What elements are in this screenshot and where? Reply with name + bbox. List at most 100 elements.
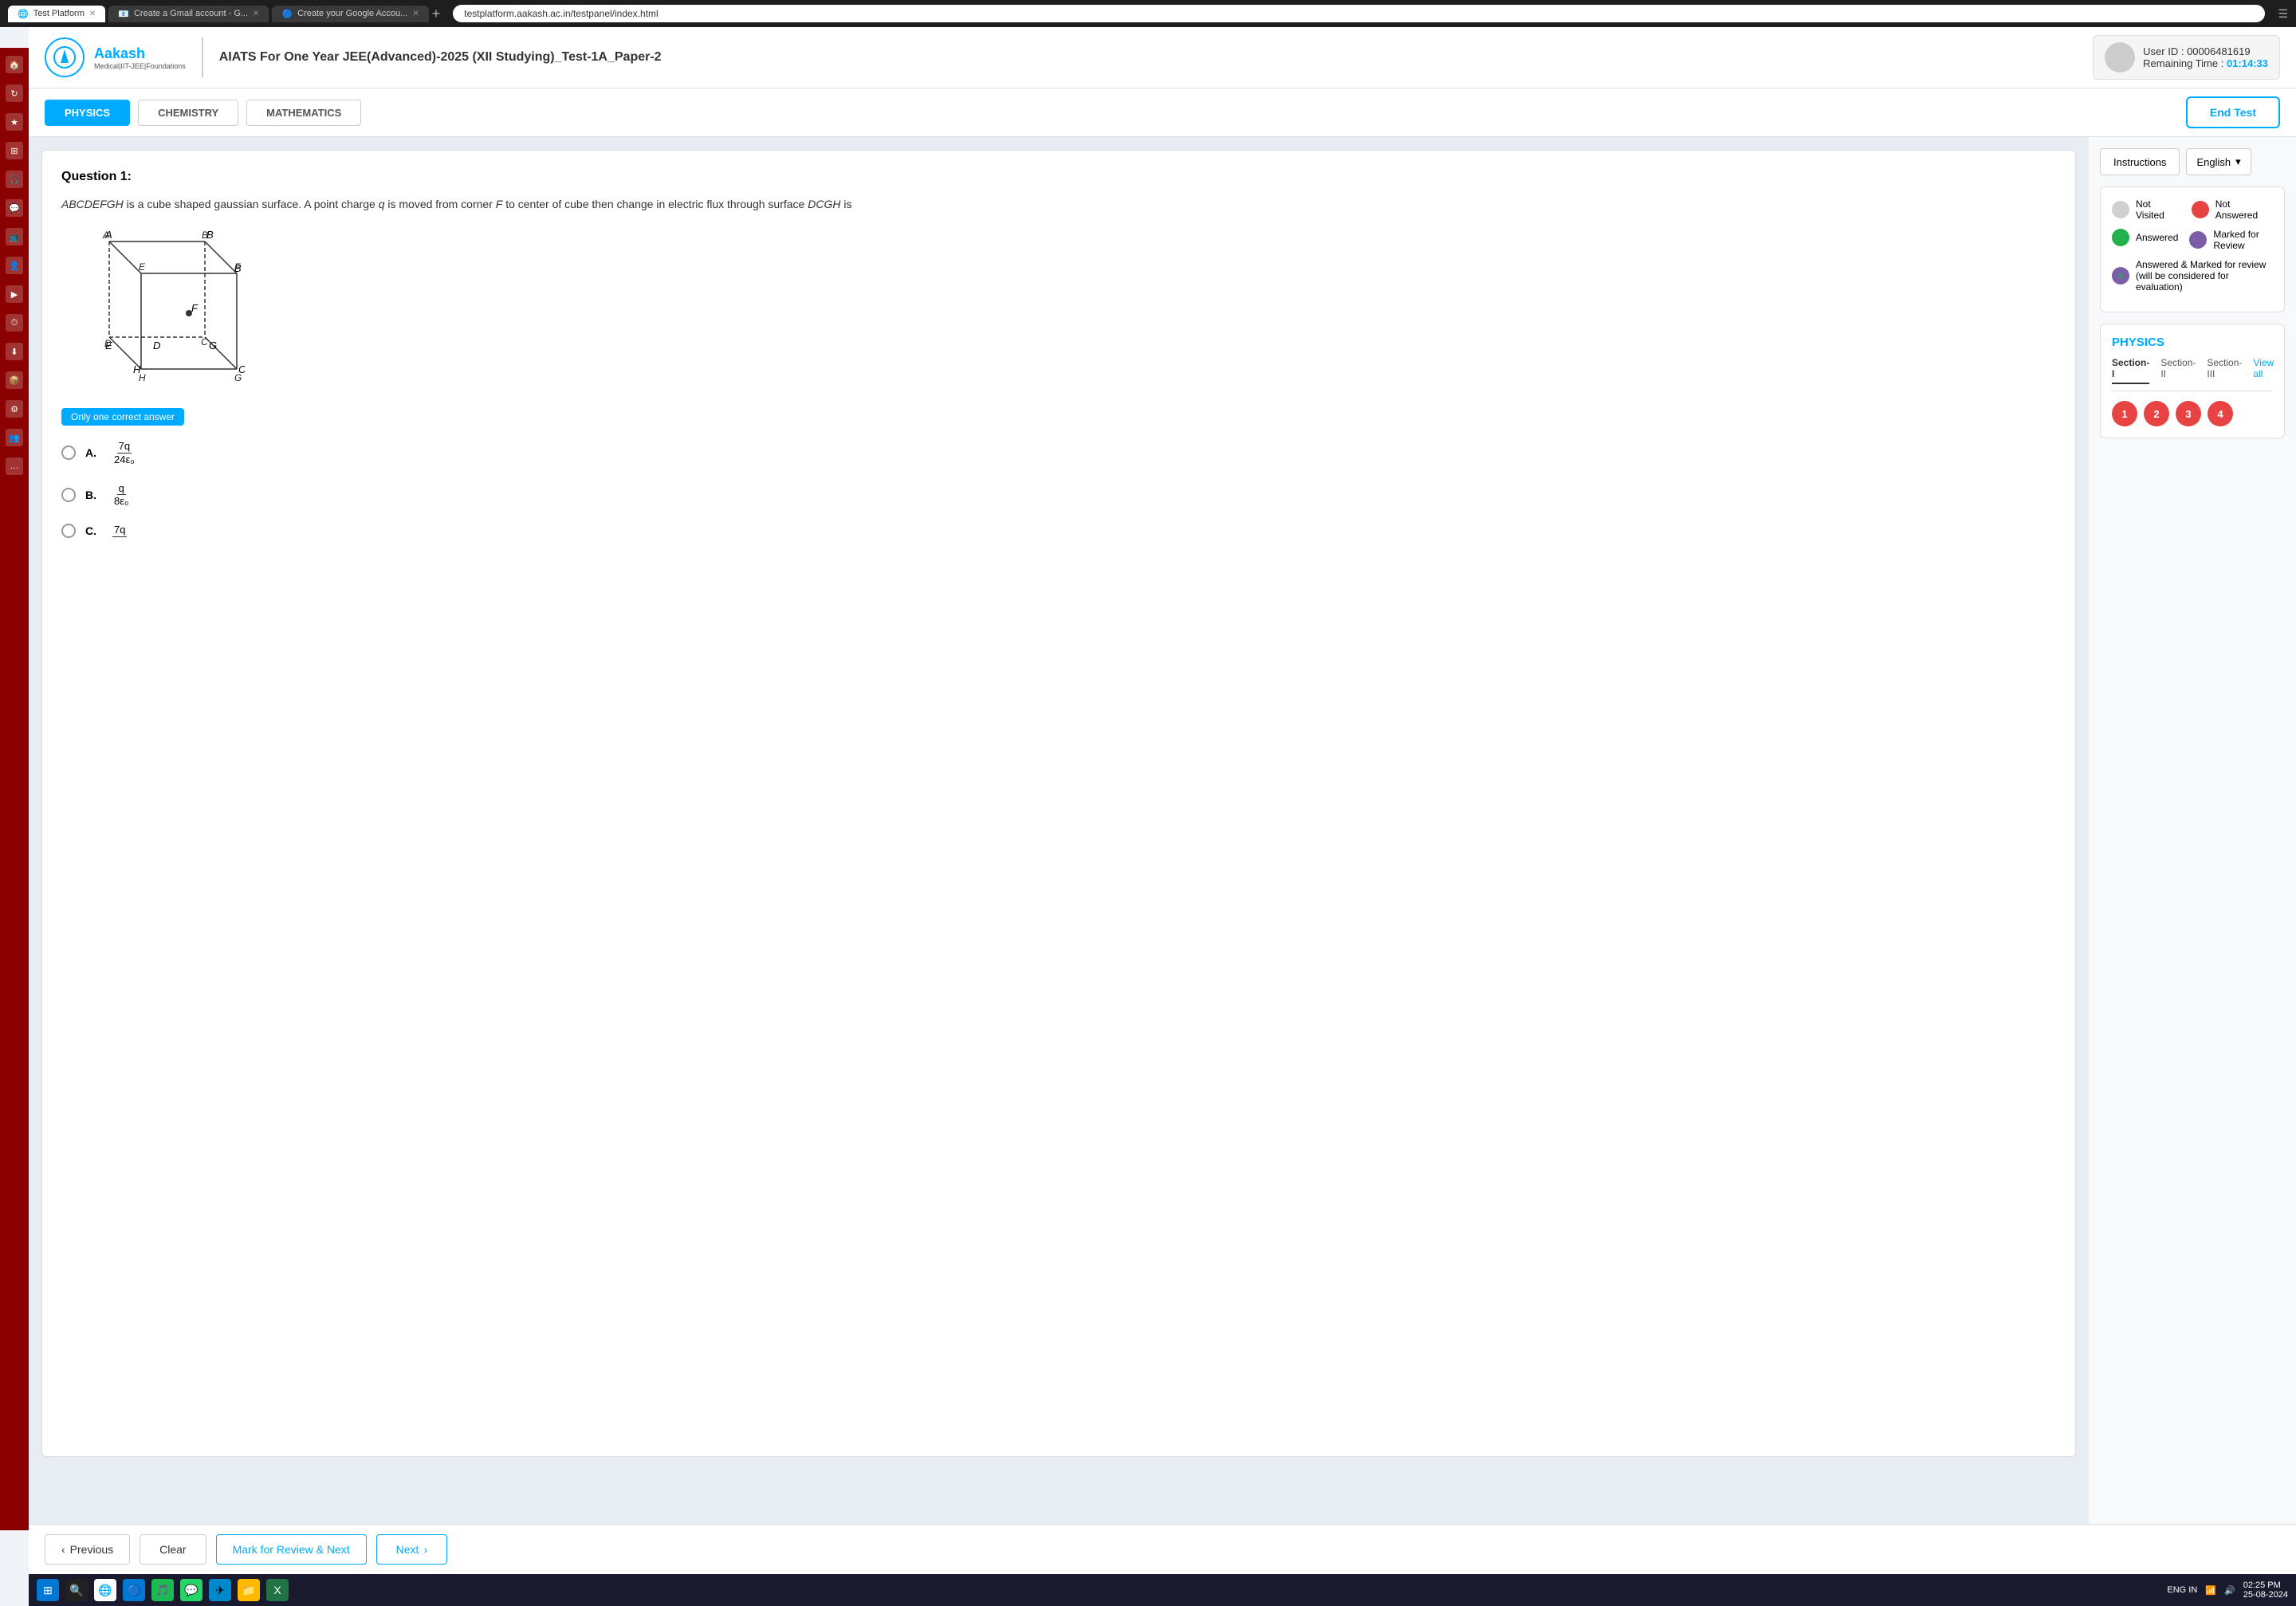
- taskbar-edge-icon[interactable]: 🔵: [123, 1579, 145, 1601]
- new-tab-icon[interactable]: +: [432, 6, 441, 22]
- svg-text:F: F: [234, 261, 241, 273]
- browser-menu-icon[interactable]: ☰: [2278, 7, 2288, 21]
- sidebar-user-icon[interactable]: 👤: [6, 257, 23, 274]
- taskbar-excel-icon[interactable]: X: [266, 1579, 289, 1601]
- content-area: Question 1: ABCDEFGH is a cube shaped ga…: [29, 137, 2296, 1524]
- option-b-label: B.: [85, 489, 96, 501]
- option-b-row: B. q 8ε₀: [61, 482, 2056, 508]
- legend-answered: Answered: [2112, 229, 2178, 246]
- logo-text-area: Aakash Medical|IIT-JEE|Foundations: [94, 45, 186, 70]
- sidebar-grid-icon[interactable]: ⊞: [6, 142, 23, 159]
- option-c-radio[interactable]: [61, 524, 76, 538]
- sidebar-tv-icon[interactable]: 📺: [6, 228, 23, 245]
- taskbar-time: 02:25 PM 25-08-2024: [2243, 1580, 2288, 1600]
- taskbar-spotify-icon[interactable]: 🎵: [151, 1579, 174, 1601]
- option-a-radio[interactable]: [61, 446, 76, 460]
- tab-gmail[interactable]: 📧 Create a Gmail account - G... ✕: [108, 6, 269, 22]
- sidebar-box-icon[interactable]: 📦: [6, 371, 23, 389]
- svg-text:B: B: [202, 230, 208, 241]
- mark-review-next-button[interactable]: Mark for Review & Next: [216, 1534, 367, 1565]
- svg-text:E: E: [139, 261, 146, 273]
- language-selector[interactable]: English ▾: [2186, 148, 2251, 175]
- instructions-button[interactable]: Instructions: [2100, 148, 2180, 175]
- sidebar-star-icon[interactable]: ★: [6, 113, 23, 131]
- legend-marked: Marked for Review: [2189, 229, 2273, 251]
- tab-google[interactable]: 🔵 Create your Google Accou... ✕: [272, 6, 428, 22]
- logo-subtitle: Medical|IIT-JEE|Foundations: [94, 62, 186, 70]
- section-tab-3[interactable]: Section-III: [2207, 357, 2242, 384]
- question-num-3[interactable]: 3: [2176, 401, 2201, 426]
- user-id-value: : 00006481619: [2181, 45, 2251, 57]
- question-number: Question 1:: [61, 170, 2056, 184]
- subject-tabs-bar: PHYSICS CHEMISTRY MATHEMATICS End Test: [29, 88, 2296, 137]
- taskbar-search-icon[interactable]: 🔍: [65, 1579, 88, 1601]
- address-bar[interactable]: testplatform.aakash.ac.in/testpanel/inde…: [453, 5, 2265, 22]
- tab-favicon: 🔵: [281, 9, 293, 19]
- option-c-label: C.: [85, 524, 96, 537]
- option-a-label: A.: [85, 446, 96, 459]
- not-visited-dot: [2112, 201, 2129, 218]
- clear-button[interactable]: Clear: [140, 1534, 206, 1565]
- tab-physics[interactable]: PHYSICS: [45, 100, 130, 126]
- answered-marked-label: Answered & Marked for review (will be co…: [2136, 259, 2273, 293]
- sidebar-home-icon[interactable]: 🏠: [6, 56, 23, 73]
- sidebar-settings-icon[interactable]: ⚙: [6, 400, 23, 418]
- sidebar-play-icon[interactable]: ▶: [6, 285, 23, 303]
- question-panel: Question 1: ABCDEFGH is a cube shaped ga…: [41, 150, 2076, 1457]
- close-icon[interactable]: ✕: [89, 10, 96, 18]
- tab-chemistry[interactable]: CHEMISTRY: [138, 100, 238, 126]
- taskbar-windows-icon[interactable]: ⊞: [37, 1579, 59, 1601]
- lang-indicator: ENG IN: [2167, 1585, 2197, 1595]
- close-icon[interactable]: ✕: [253, 10, 259, 18]
- tab-test-platform[interactable]: 🌐 Test Platform ✕: [8, 6, 105, 22]
- taskbar-chrome-icon[interactable]: 🌐: [94, 1579, 116, 1601]
- svg-text:A: A: [102, 230, 109, 241]
- tab-mathematics[interactable]: MATHEMATICS: [246, 100, 361, 126]
- cube-svg: A B C H C E F D G B A B E F H G D C: [61, 226, 245, 393]
- sidebar-rotate-icon[interactable]: ↻: [6, 84, 23, 102]
- sidebar-headset-icon[interactable]: 🎧: [6, 171, 23, 188]
- not-answered-dot: [2192, 201, 2209, 218]
- taskbar-files-icon[interactable]: 📁: [238, 1579, 260, 1601]
- timer: 01:14:33: [2227, 57, 2268, 69]
- volume-icon: 🔊: [2224, 1585, 2235, 1596]
- sidebar-clock-icon[interactable]: ⏱: [6, 314, 23, 332]
- question-num-1[interactable]: 1: [2112, 401, 2137, 426]
- wifi-icon: 📶: [2205, 1585, 2216, 1596]
- section-tab-1[interactable]: Section-I: [2112, 357, 2149, 384]
- view-all-link[interactable]: View all: [2253, 357, 2274, 384]
- sidebar-chat-icon[interactable]: 💬: [6, 199, 23, 217]
- question-num-4[interactable]: 4: [2208, 401, 2233, 426]
- chevron-right-icon: ›: [423, 1543, 427, 1556]
- sidebar-more-icon[interactable]: …: [6, 457, 23, 475]
- next-button[interactable]: Next ›: [376, 1534, 447, 1565]
- section-tab-2[interactable]: Section-II: [2160, 357, 2196, 384]
- option-a-row: A. 7q 24ε₀: [61, 440, 2056, 465]
- user-id-label: User ID: [2143, 45, 2178, 57]
- previous-button[interactable]: ‹ Previous: [45, 1534, 130, 1565]
- question-numbers-grid: 1 2 3 4: [2112, 401, 2273, 426]
- close-icon[interactable]: ✕: [412, 10, 419, 18]
- option-b-radio[interactable]: [61, 488, 76, 502]
- legend-row-1: Not Visited Not Answered: [2112, 198, 2273, 221]
- user-id-line: User ID : 00006481619: [2143, 45, 2268, 57]
- aakash-logo: [45, 37, 85, 77]
- question-num-2[interactable]: 2: [2144, 401, 2169, 426]
- option-b-value: q 8ε₀: [112, 482, 130, 508]
- physics-section-title: PHYSICS: [2112, 336, 2273, 349]
- tab-favicon: 🌐: [18, 9, 29, 19]
- answered-dot: [2112, 229, 2129, 246]
- option-a-value: 7q 24ε₀: [112, 440, 136, 465]
- taskbar-whatsapp-icon[interactable]: 💬: [180, 1579, 202, 1601]
- sidebar-download-icon[interactable]: ⬇: [6, 343, 23, 360]
- legend-row-3: B Answered & Marked for review (will be …: [2112, 259, 2273, 293]
- svg-text:G: G: [234, 372, 242, 383]
- svg-text:D: D: [104, 338, 112, 349]
- end-test-button[interactable]: End Test: [2186, 96, 2280, 128]
- remaining-time-label: Remaining Time: [2143, 57, 2218, 69]
- chevron-left-icon: ‹: [61, 1543, 65, 1556]
- svg-text:H: H: [139, 372, 146, 383]
- taskbar-telegram-icon[interactable]: ✈: [209, 1579, 231, 1601]
- not-answered-label: Not Answered: [2215, 198, 2273, 221]
- sidebar-people-icon[interactable]: 👥: [6, 429, 23, 446]
